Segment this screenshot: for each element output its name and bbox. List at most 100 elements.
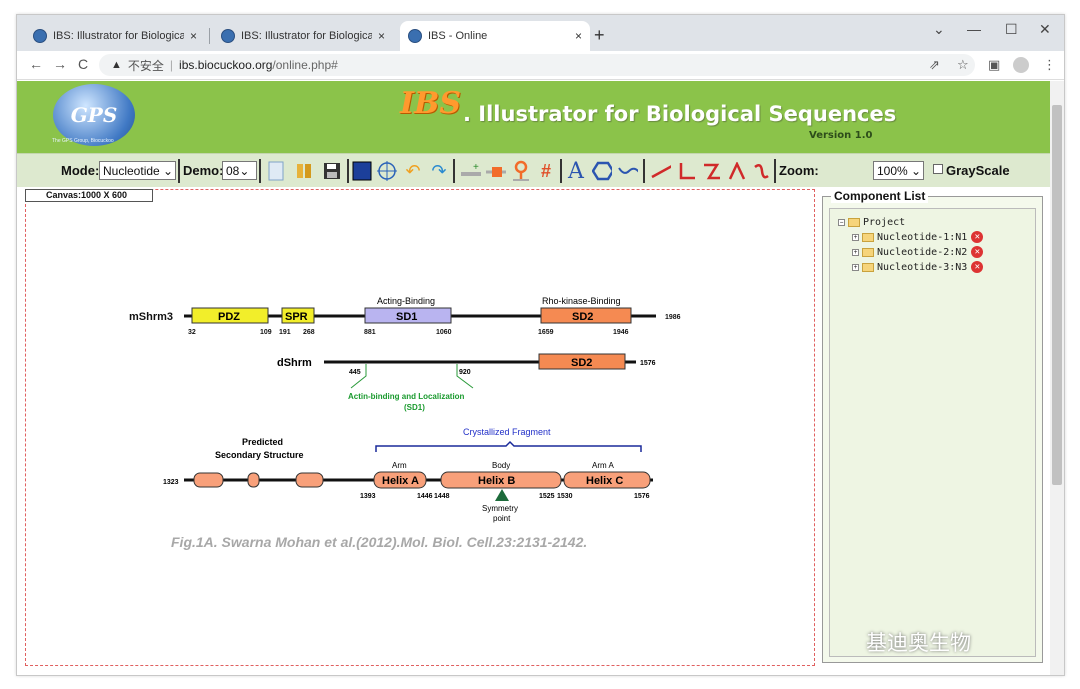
- position-label: 881: [364, 329, 376, 336]
- wave-line-icon[interactable]: [618, 161, 638, 181]
- new-tab-button[interactable]: +: [594, 25, 605, 46]
- page-title: . Illustrator for Biological Sequences: [463, 102, 897, 126]
- close-window-button[interactable]: ✕: [1039, 21, 1051, 38]
- ibs-header-banner: GPS The GPS Group, Biocuckoo IBS . Illus…: [17, 81, 1050, 153]
- scrollbar-thumb[interactable]: [1052, 105, 1062, 485]
- position-label: 920: [459, 369, 471, 376]
- hash-icon[interactable]: #: [536, 161, 556, 181]
- browser-window: IBS: Illustrator for Biological Se × IBS…: [16, 14, 1065, 676]
- tab-close-icon[interactable]: ×: [190, 29, 197, 43]
- expand-icon[interactable]: +: [852, 248, 859, 256]
- bracket-line: [456, 364, 474, 389]
- block-icon[interactable]: [486, 161, 506, 181]
- tree-item-nucleotide-1[interactable]: + Nucleotide-1:N1 ✕: [852, 231, 984, 243]
- domain-label: SD2: [571, 357, 592, 369]
- pin-icon[interactable]: [511, 160, 531, 181]
- arch-icon[interactable]: [727, 161, 747, 181]
- position-label: 1393: [360, 493, 376, 500]
- logo-caption: The GPS Group, Biocuckoo: [52, 138, 114, 144]
- zoom-select[interactable]: 100% ⌄: [873, 161, 924, 180]
- position-label: 268: [303, 329, 315, 336]
- tree-item-nucleotide-3[interactable]: + Nucleotide-3:N3 ✕: [852, 261, 984, 273]
- profile-avatar[interactable]: [1013, 57, 1029, 73]
- protein-label-dshrm: dShrm: [277, 357, 312, 369]
- gps-logo: GPS: [53, 84, 135, 146]
- redo-icon[interactable]: ↷: [429, 161, 449, 181]
- toolbar-divider: [774, 159, 776, 183]
- demo-select[interactable]: 08 ⌄: [222, 161, 257, 180]
- tab-3-active[interactable]: IBS - Online ×: [400, 21, 590, 51]
- drawing-canvas[interactable]: mShrm3 PDZ SPR SD1 SD2 Acting-Binding Rh…: [25, 189, 815, 666]
- position-label: 1576: [634, 493, 650, 500]
- tab-bar: IBS: Illustrator for Biological Se × IBS…: [17, 15, 1064, 51]
- z-shape-icon[interactable]: [702, 161, 722, 181]
- folder-icon: [862, 232, 874, 242]
- tab-search-chevron-icon[interactable]: ⌄: [933, 21, 945, 38]
- annotation-actin-binding: Actin-binding and Localization: [348, 392, 465, 401]
- component-tree[interactable]: − Project + Nucleotide-1:N1 ✕ + Nucleotide-2…: [829, 208, 1036, 657]
- canvas-size-label: Canvas:1000 X 600: [25, 189, 153, 202]
- ibs-favicon-icon: [33, 29, 47, 43]
- folder-icon: [862, 247, 874, 257]
- undo-icon[interactable]: ↶: [403, 161, 423, 181]
- position-label: 191: [279, 329, 291, 336]
- hexagon-icon[interactable]: [592, 161, 612, 181]
- ibs-favicon-icon: [221, 29, 235, 43]
- collapse-icon[interactable]: −: [838, 219, 845, 226]
- grayscale-checkbox[interactable]: [933, 164, 943, 174]
- forward-button[interactable]: →: [53, 56, 67, 72]
- book-icon[interactable]: [294, 161, 314, 181]
- domain-label: SD2: [572, 311, 593, 323]
- tab-close-icon[interactable]: ×: [378, 29, 385, 43]
- protein-label-mshrm3: mShrm3: [129, 311, 173, 323]
- position-label: 109: [260, 329, 272, 336]
- helix-c-label: Helix C: [586, 475, 623, 487]
- page-scrollbar[interactable]: [1050, 81, 1064, 675]
- helix-segment: [295, 472, 324, 488]
- position-label: 1576: [640, 360, 656, 367]
- l-shape-icon[interactable]: [677, 161, 697, 181]
- annotation-rho-binding: Rho-kinase-Binding: [542, 296, 621, 306]
- bracket-line: [350, 364, 367, 389]
- warning-icon: ▲: [111, 59, 122, 71]
- share-icon[interactable]: ⇗: [929, 57, 940, 73]
- ibs-favicon-icon: [408, 29, 422, 43]
- expand-icon[interactable]: +: [852, 233, 859, 241]
- symmetry-arrow-icon: [495, 489, 509, 501]
- curve-icon[interactable]: [751, 161, 771, 181]
- minimize-button[interactable]: —: [967, 21, 981, 37]
- svg-text:+: +: [473, 162, 479, 173]
- back-button[interactable]: ←: [29, 56, 43, 72]
- delete-icon[interactable]: ✕: [971, 231, 984, 243]
- save-icon[interactable]: [322, 161, 342, 181]
- tab-close-icon[interactable]: ×: [575, 29, 582, 43]
- position-label: 1659: [538, 329, 554, 336]
- tab-title: IBS - Online: [428, 30, 488, 42]
- add-line-icon[interactable]: +: [461, 161, 481, 181]
- reload-button[interactable]: C: [78, 56, 88, 72]
- maximize-button[interactable]: ☐: [1005, 21, 1018, 38]
- side-panel-icon[interactable]: ▣: [988, 57, 1000, 73]
- url-input[interactable]: ▲ 不安全 | ibs.biocuckoo.org /online.php#: [99, 54, 975, 76]
- tab-1[interactable]: IBS: Illustrator for Biological Se ×: [25, 21, 205, 51]
- mode-label: Mode:: [61, 163, 100, 178]
- crosshair-icon[interactable]: [377, 161, 397, 181]
- delete-icon[interactable]: ✕: [971, 261, 984, 273]
- position-label: 32: [188, 329, 196, 336]
- position-label: 1446: [417, 493, 433, 500]
- domain-label: PDZ: [218, 311, 240, 323]
- text-icon[interactable]: A: [566, 159, 586, 184]
- position-label: 1530: [557, 493, 573, 500]
- mode-select[interactable]: Nucleotide ⌄: [99, 161, 176, 180]
- page-icon[interactable]: [266, 161, 286, 181]
- expand-icon[interactable]: +: [852, 263, 859, 271]
- tree-item-nucleotide-2[interactable]: + Nucleotide-2:N2 ✕: [852, 246, 984, 258]
- tree-project[interactable]: − Project: [838, 217, 905, 228]
- folder-icon: [848, 218, 860, 227]
- menu-kebab-icon[interactable]: ⋮: [1043, 57, 1056, 73]
- screen-icon[interactable]: [352, 161, 372, 181]
- delete-icon[interactable]: ✕: [971, 246, 984, 258]
- tab-2[interactable]: IBS: Illustrator for Biological Se ×: [213, 21, 393, 51]
- bookmark-star-icon[interactable]: ☆: [957, 57, 969, 73]
- line-icon[interactable]: [651, 161, 671, 181]
